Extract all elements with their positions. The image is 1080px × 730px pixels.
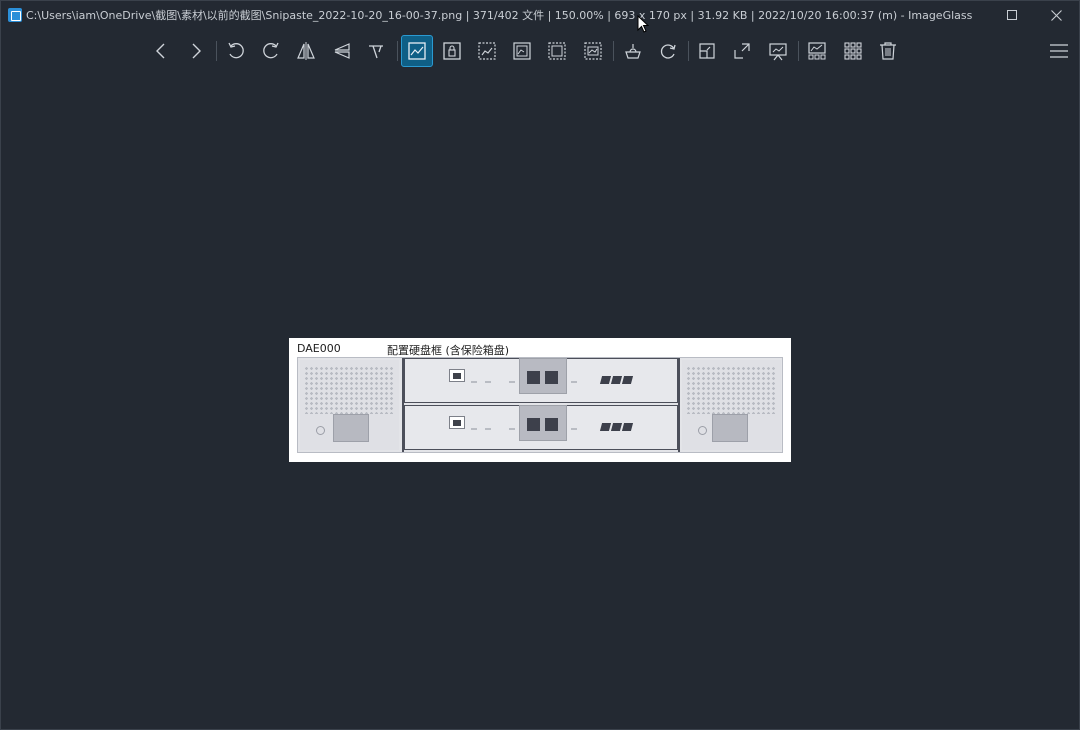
grid-icon xyxy=(844,42,862,60)
sfp-port xyxy=(621,376,634,384)
sfp-port xyxy=(610,376,623,384)
sfp-port xyxy=(599,376,612,384)
hamburger-menu-icon xyxy=(1050,44,1068,58)
thumbnail-bar-icon xyxy=(808,42,826,60)
slideshow-button[interactable] xyxy=(762,35,794,67)
rotate-right-icon xyxy=(263,42,279,59)
port-square xyxy=(527,418,540,431)
screw-icon xyxy=(316,426,325,435)
toolbar-separator xyxy=(688,41,689,61)
previous-image-button[interactable] xyxy=(145,35,177,67)
flip-vertical-button[interactable] xyxy=(326,35,358,67)
controller-area xyxy=(402,358,680,452)
sfp-port xyxy=(610,423,623,431)
close-icon xyxy=(1050,9,1062,21)
scale-to-fill-button[interactable] xyxy=(577,35,609,67)
indicator-led xyxy=(571,428,577,430)
auto-zoom-icon xyxy=(408,42,426,60)
close-button[interactable] xyxy=(1033,1,1079,29)
sfp-port xyxy=(599,423,612,431)
vent-grid xyxy=(304,366,395,414)
next-image-button[interactable] xyxy=(180,35,212,67)
controller-bay xyxy=(404,358,678,403)
main-menu-button[interactable] xyxy=(1043,35,1075,67)
rotate-left-button[interactable] xyxy=(220,35,252,67)
scale-to-fit-icon xyxy=(548,42,566,60)
port-module xyxy=(519,358,567,394)
indicator-led xyxy=(471,428,477,430)
flip-horizontal-icon xyxy=(297,42,315,60)
scale-to-width-button[interactable] xyxy=(471,35,503,67)
chevron-right-icon xyxy=(192,43,201,59)
slideshow-icon xyxy=(769,43,787,61)
view-channels-button[interactable] xyxy=(617,35,649,67)
scale-to-width-icon xyxy=(478,42,496,60)
gallery-button[interactable] xyxy=(837,35,869,67)
scale-to-height-icon xyxy=(513,42,531,60)
ethernet-port-icon xyxy=(449,416,465,429)
left-ear-panel xyxy=(300,360,399,450)
scale-to-fit-button[interactable] xyxy=(541,35,573,67)
vent-grid xyxy=(686,366,777,414)
port-module xyxy=(519,405,567,441)
flip-horizontal-button[interactable] xyxy=(290,35,322,67)
indicator-led xyxy=(485,381,491,383)
lock-zoom-icon xyxy=(443,42,461,60)
port-square xyxy=(527,371,540,384)
refresh-button[interactable] xyxy=(652,35,684,67)
thumbnail-bar-button[interactable] xyxy=(801,35,833,67)
indicator-led xyxy=(485,428,491,430)
port-square xyxy=(545,418,558,431)
toolbar xyxy=(1,35,1079,67)
indicator-led xyxy=(571,381,577,383)
scale-to-height-button[interactable] xyxy=(506,35,538,67)
window-title: C:\Users\iam\OneDrive\截图\素材\以前的截图\Snipas… xyxy=(26,9,973,22)
mouse-cursor-icon xyxy=(637,15,649,33)
port-square xyxy=(545,371,558,384)
indicator-led xyxy=(509,428,515,430)
controller-bay xyxy=(404,405,678,450)
toolbar-separator xyxy=(613,41,614,61)
toolbar-separator xyxy=(397,41,398,61)
chevron-left-icon xyxy=(156,43,165,59)
app-icon xyxy=(8,8,22,22)
auto-zoom-button[interactable] xyxy=(401,35,433,67)
actual-size-icon xyxy=(699,43,715,59)
refresh-icon xyxy=(660,44,676,59)
ethernet-port-icon xyxy=(449,369,465,382)
maximize-icon xyxy=(1007,10,1017,20)
imageglass-window: C:\Users\iam\OneDrive\截图\素材\以前的截图\Snipas… xyxy=(0,0,1080,730)
image-label-title: 配置硬盘框 (含保险箱盘) xyxy=(387,344,510,357)
indicator-led xyxy=(509,381,515,383)
toolbar-separator xyxy=(216,41,217,61)
flip-vertical-icon xyxy=(334,43,350,59)
scale-to-fill-icon xyxy=(584,42,602,60)
vent-panel xyxy=(712,414,748,442)
enclosure-drawing xyxy=(297,357,783,453)
crop-icon xyxy=(369,45,383,59)
full-screen-icon xyxy=(734,43,750,59)
displayed-image: DAE000 配置硬盘框 (含保险箱盘) xyxy=(289,338,791,462)
title-bar: C:\Users\iam\OneDrive\截图\素材\以前的截图\Snipas… xyxy=(1,1,1079,29)
sfp-port xyxy=(621,423,634,431)
lock-zoom-button[interactable] xyxy=(436,35,468,67)
rotate-left-icon xyxy=(228,42,244,59)
vent-panel xyxy=(333,414,369,442)
trash-icon xyxy=(880,42,896,60)
maximize-button[interactable] xyxy=(989,1,1035,29)
screw-icon xyxy=(698,426,707,435)
actual-size-button[interactable] xyxy=(691,35,723,67)
delete-button[interactable] xyxy=(872,35,904,67)
image-label-dae: DAE000 xyxy=(297,342,341,355)
crop-button[interactable] xyxy=(360,35,392,67)
indicator-led xyxy=(471,381,477,383)
right-ear-panel xyxy=(682,360,781,450)
channels-icon xyxy=(625,44,641,59)
full-screen-button[interactable] xyxy=(726,35,758,67)
rotate-right-button[interactable] xyxy=(255,35,287,67)
toolbar-separator xyxy=(798,41,799,61)
